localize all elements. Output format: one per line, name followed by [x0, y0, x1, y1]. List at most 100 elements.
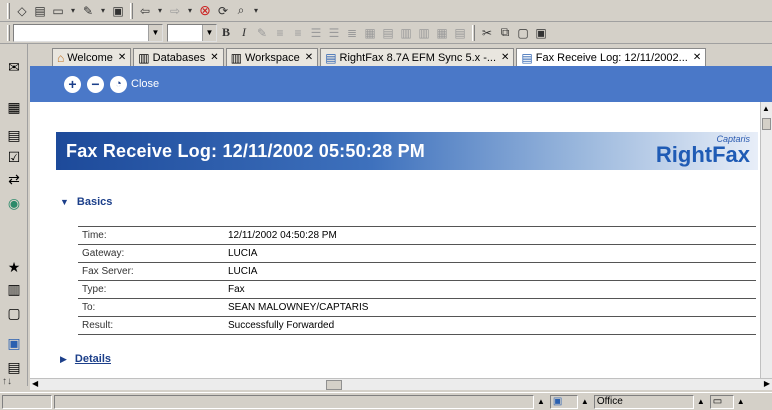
chevron-down-icon[interactable]: ▼	[202, 24, 216, 41]
back-icon[interactable]: ⇦	[136, 2, 154, 20]
screen-icon[interactable]: ▣	[109, 2, 127, 20]
table-split-icon[interactable]: ▦	[433, 24, 451, 42]
scrollbar-thumb[interactable]	[326, 380, 342, 390]
calendar-icon[interactable]: ▦	[5, 98, 23, 116]
cut-icon[interactable]: ✂	[478, 24, 496, 42]
bookmark-sidebar: ✉ ▦ ▤ ☑ ⇄ ◉ ★ ▥ ▢ ▣ ▤ ↑↓	[0, 44, 28, 387]
section-heading[interactable]: Details	[75, 353, 111, 365]
highlight-icon[interactable]: ✎	[253, 24, 271, 42]
scroll-left-icon[interactable]: ◀	[32, 379, 38, 388]
tab-welcome[interactable]: ⌂ Welcome ✕	[52, 48, 132, 66]
chevron-up-icon[interactable]: ▲	[737, 397, 745, 406]
table-col-icon[interactable]: ▥	[415, 24, 433, 42]
toolbar-grip[interactable]	[130, 2, 133, 19]
italic-button[interactable]: I	[235, 24, 253, 42]
chevron-down-icon[interactable]: ▾	[184, 2, 196, 20]
chevron-up-icon[interactable]: ▲	[581, 397, 589, 406]
horizontal-scrollbar[interactable]: ◀ ▶	[30, 378, 772, 390]
replicator-icon[interactable]: ⇄	[5, 170, 23, 188]
close-icon[interactable]: ✕	[210, 52, 218, 63]
chat-icon[interactable]: ◉	[5, 194, 23, 212]
close-button[interactable]: Close	[131, 78, 159, 90]
expand-all-button[interactable]: +	[64, 75, 81, 93]
stop-icon[interactable]: ⊗	[196, 2, 214, 20]
inbox-icon[interactable]: ▭	[709, 394, 734, 409]
chevron-up-icon[interactable]: ▲	[537, 397, 545, 406]
section-details[interactable]: ▶ Details	[60, 353, 111, 365]
table-row-icon[interactable]: ▥	[397, 24, 415, 42]
workspace-icon[interactable]: ▢	[5, 304, 23, 322]
address-book-icon[interactable]: ▤	[5, 126, 23, 144]
align-center-icon[interactable]: ≡	[289, 24, 307, 42]
save-icon[interactable]: ▤	[31, 2, 49, 20]
open-icon[interactable]: ▭	[49, 2, 67, 20]
close-icon[interactable]: ✕	[118, 52, 126, 63]
table-row: Fax Server: LUCIA	[78, 263, 756, 281]
reload-icon[interactable]: ⟳	[214, 2, 232, 20]
bullets-icon[interactable]: ☰	[307, 24, 325, 42]
size-combo[interactable]: ▼	[167, 23, 217, 42]
chevron-down-icon[interactable]: ▼	[148, 24, 162, 41]
font-combo[interactable]: ▼	[13, 23, 163, 42]
close-icon[interactable]: ✕	[501, 52, 509, 63]
edit-icon[interactable]: ✎	[79, 2, 97, 20]
page-title: Fax Receive Log: 12/11/2002 05:50:28 PM	[66, 140, 426, 161]
search-icon[interactable]: ⌕	[232, 2, 250, 20]
location-selector[interactable]: Office	[593, 394, 694, 409]
online-status-icon[interactable]: ▣	[549, 394, 578, 409]
chevron-down-icon[interactable]: ▼	[60, 197, 69, 207]
close-icon[interactable]: ✕	[693, 52, 701, 63]
scroll-arrows-icon[interactable]: ↑↓	[2, 376, 12, 387]
close-icon[interactable]: ◔	[110, 75, 127, 93]
chevron-down-icon[interactable]: ▾	[154, 2, 166, 20]
tab-rightfax-sync[interactable]: ▤ RightFax 8.7A EFM Sync 5.x -... ✕	[320, 48, 515, 66]
tab-workspace[interactable]: ▥ Workspace ✕	[225, 48, 319, 66]
paste-icon[interactable]: ▢	[514, 24, 532, 42]
paste-special-icon[interactable]: ▣	[532, 24, 550, 42]
section-basics[interactable]: ▼ Basics	[60, 196, 112, 208]
toolbar-grip[interactable]	[472, 24, 475, 41]
todo-icon[interactable]: ☑	[5, 148, 23, 166]
databases-icon[interactable]: ▥	[5, 280, 23, 298]
tab-label: Workspace	[244, 51, 300, 64]
mail-icon[interactable]: ✉	[5, 58, 23, 76]
tab-databases[interactable]: ▥ Databases ✕	[133, 48, 224, 66]
workspace-icon: ▥	[230, 50, 242, 65]
chevron-right-icon[interactable]: ▶	[60, 354, 67, 365]
chevron-up-icon[interactable]: ▲	[697, 397, 705, 406]
numbering-icon[interactable]: ☰	[325, 24, 343, 42]
history-icon[interactable]: ▤	[5, 358, 23, 376]
scroll-right-icon[interactable]: ▶	[764, 379, 770, 388]
table-icon[interactable]: ▦	[361, 24, 379, 42]
scroll-up-icon[interactable]: ▲	[762, 104, 770, 113]
section-heading[interactable]: Basics	[77, 196, 112, 208]
copy-icon[interactable]: ⧉	[496, 24, 514, 42]
brand-big: RightFax	[655, 142, 750, 167]
collapse-all-button[interactable]: −	[87, 75, 104, 93]
tab-fax-receive-log[interactable]: ▤ Fax Receive Log: 12/11/2002... ✕	[516, 48, 707, 66]
basics-fields-table: Time: 12/11/2002 04:50:28 PM Gateway: LU…	[78, 226, 756, 335]
chevron-down-icon[interactable]: ▾	[250, 2, 262, 20]
fax-icon: ▤	[521, 50, 533, 65]
home-icon[interactable]: ◇	[13, 2, 31, 20]
chevron-down-icon[interactable]: ▾	[67, 2, 79, 20]
table-row: Type: Fax	[78, 281, 756, 299]
toolbar-grip[interactable]	[7, 2, 10, 19]
toolbar-grip[interactable]	[7, 24, 10, 41]
form-banner: Fax Receive Log: 12/11/2002 05:50:28 PM …	[56, 132, 758, 170]
chevron-down-icon[interactable]: ▾	[97, 2, 109, 20]
close-icon[interactable]: ✕	[305, 52, 313, 63]
tools-icon[interactable]: ▣	[5, 334, 23, 352]
vertical-scrollbar[interactable]: ▲	[760, 102, 772, 378]
favorites-icon[interactable]: ★	[5, 258, 23, 276]
indent-icon[interactable]: ≣	[343, 24, 361, 42]
tab-label: Fax Receive Log: 12/11/2002...	[535, 51, 688, 64]
forward-icon[interactable]: ⇨	[166, 2, 184, 20]
table-insert-icon[interactable]: ▤	[379, 24, 397, 42]
action-bar: + − ◔ Close	[30, 66, 772, 102]
table-merge-icon[interactable]: ▤	[451, 24, 469, 42]
bold-button[interactable]: B	[217, 24, 235, 42]
scrollbar-thumb[interactable]	[762, 118, 771, 130]
align-left-icon[interactable]: ≡	[271, 24, 289, 42]
field-value: LUCIA	[228, 266, 258, 277]
